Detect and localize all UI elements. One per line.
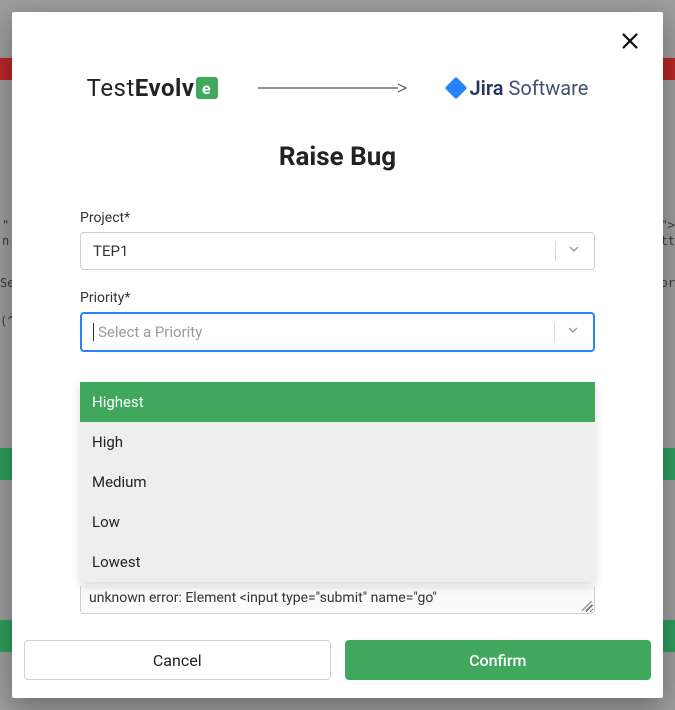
brand-badge: e	[196, 77, 218, 99]
close-button[interactable]	[619, 30, 641, 56]
jira-name: Jira	[470, 76, 504, 100]
project-value: TEP1	[93, 242, 128, 260]
jira-logo: Jira Software	[448, 76, 589, 100]
bg-text: "	[2, 218, 9, 232]
priority-field: Priority* Select a Priority	[80, 290, 595, 352]
priority-option-lowest[interactable]: Lowest	[80, 542, 595, 582]
chevron-down-icon	[565, 322, 581, 342]
close-icon	[619, 30, 641, 52]
project-select[interactable]: TEP1	[80, 232, 595, 270]
arrow-icon	[258, 82, 408, 94]
raise-bug-modal: TestEvolve Jira Software Raise Bug Proje…	[12, 12, 663, 698]
priority-select[interactable]: Select a Priority	[80, 312, 595, 352]
priority-option-medium[interactable]: Medium	[80, 462, 595, 502]
priority-placeholder: Select a Priority	[98, 323, 202, 341]
jira-soft: Software	[503, 76, 588, 100]
button-row: Cancel Confirm	[12, 640, 663, 698]
bg-text: n	[2, 234, 9, 248]
priority-option-low[interactable]: Low	[80, 502, 595, 542]
description-text: unknown error: Element <input type="subm…	[89, 590, 437, 606]
select-separator	[555, 241, 556, 261]
testevolve-logo: TestEvolve	[87, 74, 218, 102]
priority-label: Priority*	[80, 290, 595, 306]
brand-prefix: Test	[87, 74, 135, 102]
logo-row: TestEvolve Jira Software	[12, 74, 663, 102]
priority-dropdown: Highest High Medium Low Lowest	[80, 382, 595, 582]
chevron-down-icon	[566, 241, 582, 261]
confirm-button[interactable]: Confirm	[345, 640, 652, 680]
modal-title: Raise Bug	[12, 142, 663, 172]
brand-bold: Evolv	[135, 74, 195, 102]
project-label: Project*	[80, 210, 595, 226]
cancel-button[interactable]: Cancel	[24, 640, 331, 680]
jira-diamond-icon	[444, 77, 467, 100]
project-field: Project* TEP1	[80, 210, 595, 270]
priority-option-highest[interactable]: Highest	[80, 382, 595, 422]
text-caret	[93, 323, 94, 341]
form-area: Project* TEP1 Priority* Select a Priorit…	[12, 210, 663, 640]
select-separator	[554, 322, 555, 342]
priority-option-high[interactable]: High	[80, 422, 595, 462]
description-textarea[interactable]: unknown error: Element <input type="subm…	[80, 586, 595, 614]
